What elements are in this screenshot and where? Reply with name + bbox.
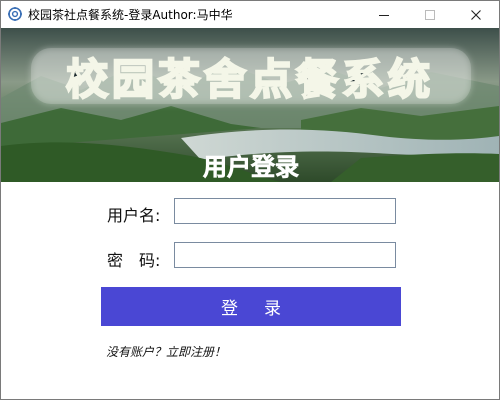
username-label: 用户名: — [107, 206, 161, 225]
system-name-text: 校园茶舍点餐系统 — [66, 55, 434, 104]
username-input[interactable] — [174, 198, 396, 224]
login-window: 校园茶社点餐系统-登录Author:马中华 校园茶舍点餐系统 用户登录 用户名:… — [0, 0, 500, 400]
app-gear-icon — [8, 7, 22, 21]
password-label: 密 码: — [107, 251, 161, 270]
maximize-button[interactable] — [407, 1, 453, 28]
login-button[interactable]: 登录 — [101, 287, 401, 326]
close-icon — [471, 9, 481, 20]
minimize-icon — [379, 14, 389, 16]
title-bar: 校园茶社点餐系统-登录Author:马中华 — [1, 1, 499, 28]
close-button[interactable] — [453, 1, 499, 28]
window-title: 校园茶社点餐系统-登录Author:马中华 — [28, 8, 233, 22]
minimize-button[interactable] — [361, 1, 407, 28]
login-heading: 用户登录 — [203, 153, 299, 181]
register-link[interactable]: 没有账户？立即注册！ — [106, 343, 226, 360]
banner-image: 校园茶舍点餐系统 用户登录 — [1, 28, 499, 182]
maximize-icon — [425, 9, 435, 20]
password-input[interactable] — [174, 242, 396, 268]
